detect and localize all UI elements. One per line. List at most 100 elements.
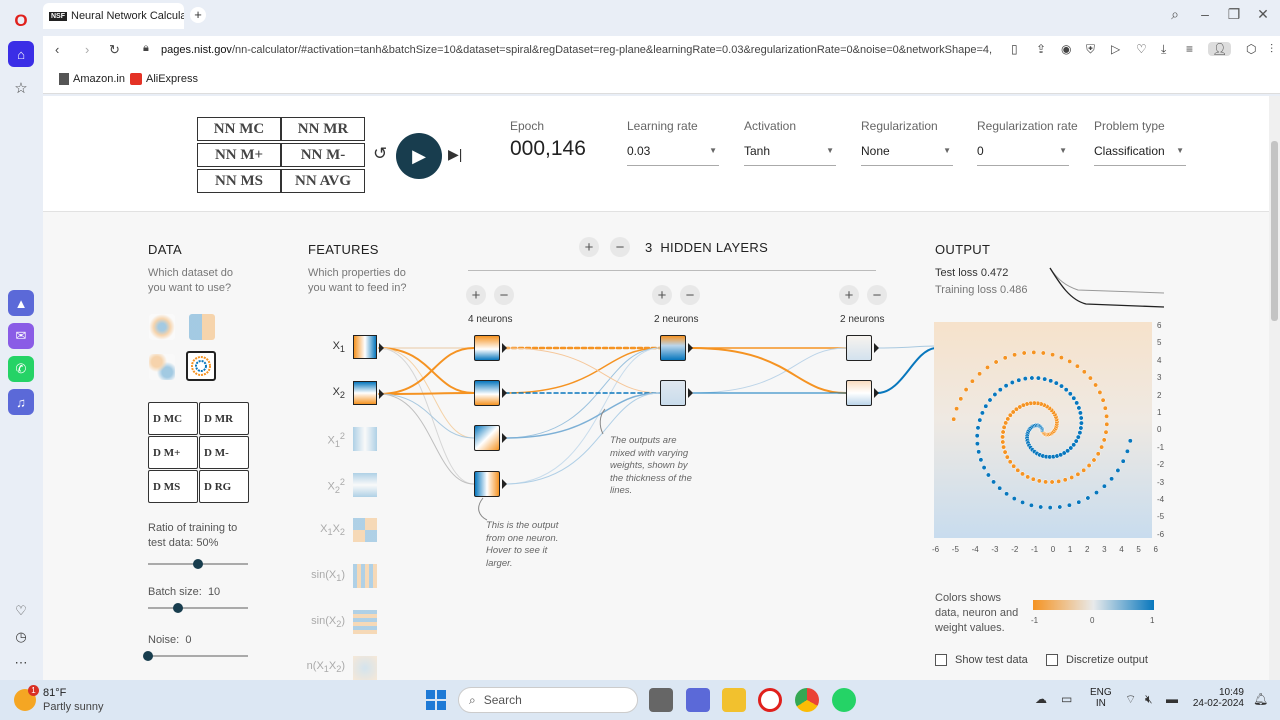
camera-icon[interactable]: ◉ [1061,42,1071,56]
chrome-icon[interactable] [795,688,819,712]
neuron-1-2[interactable] [474,380,500,406]
bookmark-aliexpress[interactable]: AliExpress [130,73,198,85]
volume-icon[interactable]: 🔇︎ [1145,692,1153,707]
neuron-3-2[interactable] [846,380,872,406]
data-point [1067,358,1073,364]
data-point [1028,502,1034,508]
more-icon[interactable]: ⋯ [8,650,34,676]
data-point [1075,471,1081,477]
close-button[interactable]: ✕ [1251,6,1275,23]
neuron-1-4[interactable] [474,471,500,497]
data-point [997,485,1003,491]
music-icon[interactable]: ♫ [8,389,34,415]
training-loss-label: Training loss [935,284,997,296]
neuron-2-2[interactable] [660,380,686,406]
search-tabs-icon[interactable]: ⌕ [1163,6,1187,23]
data-point [1049,479,1055,485]
data-point [1015,467,1021,473]
back-icon[interactable]: ‹ [55,42,59,57]
url-host: pages.nist.gov [161,44,232,56]
new-tab-button[interactable]: + [190,7,206,23]
neuron-1-1[interactable] [474,335,500,361]
tab-title: Neural Network Calculator [71,10,184,22]
data-point [1081,467,1087,473]
x-tick: -3 [991,545,999,554]
file-explorer-icon[interactable] [722,688,746,712]
display-icon[interactable]: ▭ [1061,692,1072,706]
browser-tab[interactable]: NSF Neural Network Calculator [43,3,184,29]
y-tick: -6 [1157,529,1165,539]
legend-text: Colors shows data, neuron and weight val… [935,592,1019,634]
url-field[interactable]: pages.nist.gov/nn-calculator/#activation… [161,44,1001,56]
onedrive-icon[interactable]: ☁ [1035,692,1047,706]
forward-icon[interactable]: › [85,42,89,57]
lock-icon[interactable]: 🔒︎ [143,42,149,55]
clock[interactable]: 10:49 24-02-2024 [1192,687,1244,709]
battery-icon[interactable]: ▬ [1166,692,1178,706]
pin-icon[interactable]: ☆ [8,75,34,101]
whatsapp-taskbar-icon[interactable] [832,688,856,712]
discretize-output[interactable]: Discretize output [1046,654,1148,666]
show-test-data-checkbox[interactable] [935,654,947,666]
data-point [991,479,997,485]
tab-favicon: NSF [49,11,67,21]
reload-icon[interactable]: ↻ [109,42,120,58]
output-title: OUTPUT [935,242,991,257]
share-icon[interactable]: ⇪ [1036,42,1046,56]
neuron-1-3[interactable] [474,425,500,451]
extensions-icon[interactable]: ⬡ [1246,42,1256,56]
bookmark-amazon[interactable]: Amazon.in [59,73,125,85]
player-icon[interactable]: ▷ [1111,42,1120,56]
data-point [1058,355,1064,361]
teams-icon[interactable] [686,688,710,712]
page-content: NN MC NN MR NN M+ NN M- NN MS NN AVG ↺ ▶… [43,96,1269,680]
data-point [1029,375,1035,381]
discretize-output-checkbox[interactable] [1046,654,1058,666]
windows-start-icon[interactable] [426,690,446,710]
favorite-icon[interactable]: ♡ [1136,42,1147,56]
opera-logo-icon[interactable]: O [8,8,34,34]
menu-icon[interactable]: ≡ [1186,42,1193,56]
profile-icon[interactable]: 👤︎ [1208,42,1232,56]
data-point [992,392,998,397]
neuron-2-1[interactable] [660,335,686,361]
weather-desc: Partly sunny [43,701,104,713]
data-point [1074,400,1080,406]
page-icon [59,73,69,85]
easy-setup-icon[interactable]: ⫶ [1270,42,1273,57]
page-scrollbar[interactable] [1269,96,1280,680]
home-icon[interactable]: ⌂ [8,41,34,67]
neuron-3-1[interactable] [846,335,872,361]
aria-icon[interactable]: ▲ [8,290,34,316]
opera-taskbar-icon[interactable] [758,688,782,712]
data-point [1020,499,1026,505]
data-point [963,387,969,393]
notification-icon[interactable]: 🔔︎ [1253,692,1268,706]
messenger-icon[interactable]: ✉ [8,323,34,349]
data-point [1000,434,1006,440]
reader-icon[interactable]: ▯ [1011,42,1018,56]
scrollbar-thumb[interactable] [1271,141,1278,321]
x-tick: -5 [951,545,959,554]
data-point [1075,434,1081,440]
data-point [1030,476,1036,482]
whatsapp-icon[interactable]: ✆ [8,356,34,382]
history-icon[interactable]: ◷ [8,624,34,650]
data-point [1047,505,1053,511]
adblock-icon[interactable]: ⛨ [1086,42,1095,57]
wifi-icon[interactable]: ⌔ [1125,692,1136,707]
language-indicator[interactable]: ENG IN [1090,687,1112,709]
data-point [1057,504,1063,510]
task-view-icon[interactable] [649,688,673,712]
data-point [1011,463,1017,469]
show-test-data[interactable]: Show test data [935,654,1028,666]
data-point [1036,478,1042,484]
minimize-button[interactable]: – [1193,6,1217,22]
download-icon[interactable]: ⤓ [1161,42,1166,57]
maximize-button[interactable]: ❐ [1222,6,1246,23]
y-tick: 1 [1157,408,1162,418]
data-point [977,371,983,377]
taskbar-search[interactable]: ⌕ Search [458,687,638,713]
heart-icon[interactable]: ♡ [8,598,34,624]
x-tick: 0 [1050,545,1056,554]
